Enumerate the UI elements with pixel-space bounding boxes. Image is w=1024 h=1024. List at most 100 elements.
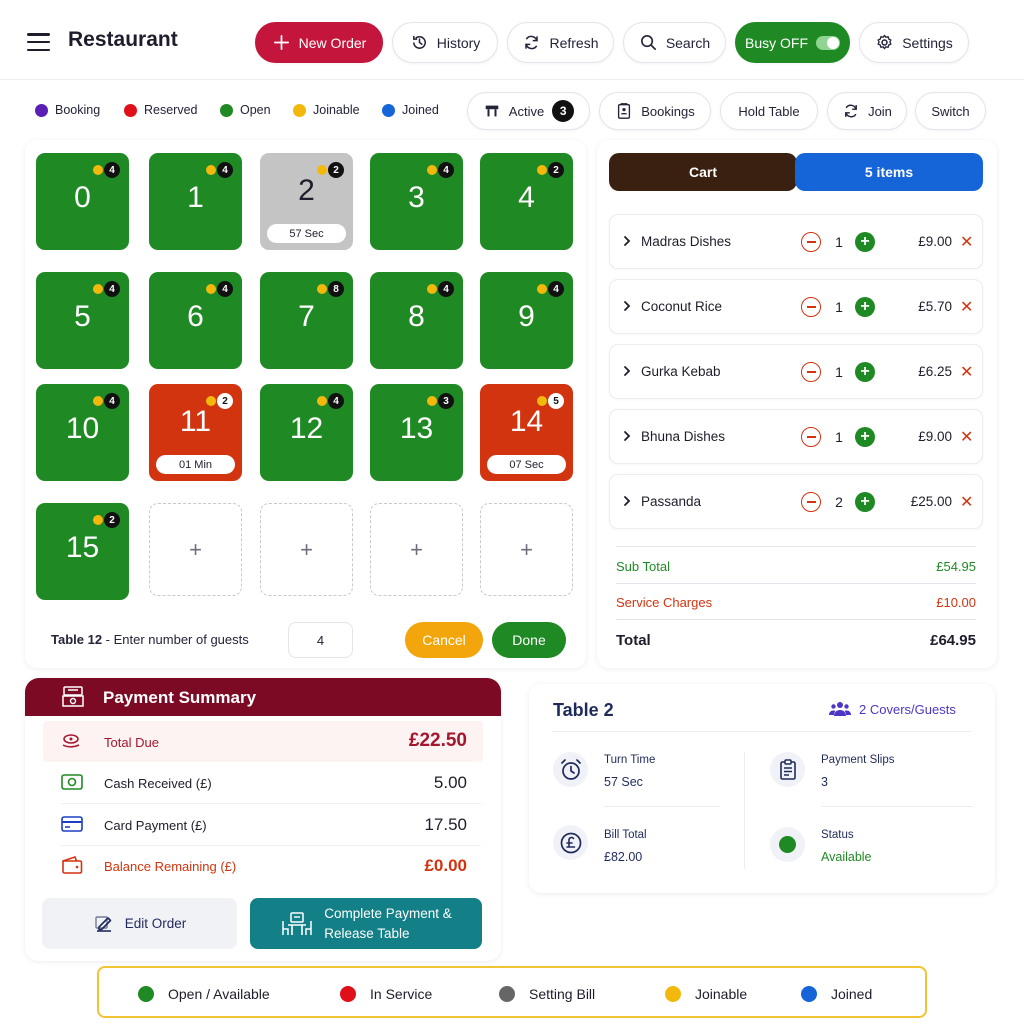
active-button[interactable]: Active 3 [467, 92, 590, 130]
bookings-button[interactable]: Bookings [599, 92, 711, 130]
guest-count-badge: 4 [104, 393, 120, 409]
done-button[interactable]: Done [492, 622, 566, 658]
increase-qty-button[interactable]: + [855, 427, 875, 447]
balance-remaining-label: Balance Remaining (£) [104, 859, 237, 874]
table-tile-5[interactable]: 45 [36, 272, 129, 369]
table-timer: 57 Sec [267, 224, 346, 243]
joinable-indicator [93, 284, 103, 294]
table-tile-1[interactable]: 41 [149, 153, 242, 250]
table-tile-9[interactable]: 49 [480, 272, 573, 369]
cancel-button[interactable]: Cancel [405, 622, 483, 658]
decrease-qty-button[interactable] [801, 427, 821, 447]
table-tile-7[interactable]: 87 [260, 272, 353, 369]
cart-item-qty: 1 [835, 364, 843, 380]
edit-order-button[interactable]: Edit Order [42, 898, 237, 949]
search-button[interactable]: Search [623, 22, 726, 63]
bill-total-value: £82.00 [604, 850, 643, 864]
tab-items[interactable]: 5 items [795, 153, 983, 191]
table-tile-2[interactable]: 2 2 57 Sec [260, 153, 353, 250]
new-order-button[interactable]: New Order [255, 22, 383, 63]
decrease-qty-button[interactable] [801, 297, 821, 317]
table-number: 5 [74, 300, 91, 333]
tab-cart[interactable]: Cart [609, 153, 797, 191]
table-tile-10[interactable]: 4 10 [36, 384, 129, 481]
switch-button[interactable]: Switch [915, 92, 986, 130]
joinable-indicator [206, 284, 216, 294]
legend-booking: Booking [35, 103, 100, 117]
refresh-button[interactable]: Refresh [507, 22, 614, 63]
increase-qty-button[interactable]: + [855, 297, 875, 317]
refresh-label: Refresh [549, 34, 599, 51]
history-button[interactable]: History [392, 22, 498, 63]
chevron-right-icon[interactable] [620, 234, 634, 248]
guest-count-badge: 4 [104, 162, 120, 178]
chevron-right-icon[interactable] [620, 364, 634, 378]
chevron-right-icon[interactable] [620, 299, 634, 313]
table-tile-14[interactable]: 5 14 07 Sec [480, 384, 573, 481]
complete-payment-button[interactable]: Complete Payment & Release Table [250, 898, 482, 949]
subtotal-label: Sub Total [616, 559, 670, 574]
table-tile-8[interactable]: 48 [370, 272, 463, 369]
table-number: 2 [298, 174, 315, 207]
status-label: Status [821, 829, 854, 841]
booking-dot [35, 103, 48, 117]
table-number: 14 [509, 405, 544, 438]
remove-item-icon[interactable]: ✕ [960, 362, 974, 382]
switch-label: Switch [931, 103, 970, 119]
cart-item-qty: 1 [835, 429, 843, 445]
add-table-button[interactable]: + [370, 503, 463, 596]
hold-table-label: Hold Table [738, 103, 800, 119]
clipboard-icon [779, 758, 796, 780]
hold-table-button[interactable]: Hold Table [720, 92, 818, 130]
increase-qty-button[interactable]: + [855, 362, 875, 382]
cart-item-price: £5.70 [918, 299, 952, 314]
legend-joinable: Joinable [293, 103, 360, 117]
decrease-qty-button[interactable] [801, 232, 821, 252]
remove-item-icon[interactable]: ✕ [960, 232, 974, 252]
guest-count-input[interactable] [288, 622, 353, 658]
settings-label: Settings [902, 34, 953, 51]
table-tile-13[interactable]: 3 13 [370, 384, 463, 481]
remove-item-icon[interactable]: ✕ [960, 492, 974, 512]
remove-item-icon[interactable]: ✕ [960, 427, 974, 447]
menu-icon[interactable] [27, 33, 50, 51]
table-number: 13 [399, 412, 434, 445]
chevron-right-icon[interactable] [620, 494, 634, 508]
add-table-button[interactable]: + [480, 503, 573, 596]
legend-joined: Joined [382, 103, 439, 117]
joinable-indicator [93, 515, 103, 525]
join-button[interactable]: Join [827, 92, 907, 130]
increase-qty-button[interactable]: + [855, 232, 875, 252]
in-service-dot [340, 986, 356, 1002]
table-number: 0 [74, 181, 91, 214]
add-table-button[interactable]: + [260, 503, 353, 596]
open-dot [138, 986, 154, 1002]
divider [61, 845, 481, 846]
table-number: 9 [518, 300, 535, 333]
guest-count-badge: 4 [328, 393, 344, 409]
table-tile-4[interactable]: 24 [480, 153, 573, 250]
cart-item: Coconut Rice 1 + £5.70 ✕ [609, 279, 983, 334]
busy-toggle-button[interactable]: Busy OFF [735, 22, 850, 63]
table-tile-6[interactable]: 46 [149, 272, 242, 369]
cart-item: Madras Dishes 1 + £9.00 ✕ [609, 214, 983, 269]
table-tile-11[interactable]: 2 11 01 Min [149, 384, 242, 481]
table-tile-15[interactable]: 2 15 [36, 503, 129, 600]
table-tile-3[interactable]: 43 [370, 153, 463, 250]
divider [616, 583, 976, 584]
table-number: 1 [187, 181, 204, 214]
remove-item-icon[interactable]: ✕ [960, 297, 974, 317]
open-dot [220, 103, 233, 117]
search-label: Search [665, 34, 711, 51]
table-tile-12[interactable]: 4 12 [260, 384, 353, 481]
decrease-qty-button[interactable] [801, 362, 821, 382]
guest-count-badge: 3 [438, 393, 454, 409]
toggle-switch[interactable] [816, 35, 840, 50]
settings-button[interactable]: Settings [859, 22, 969, 63]
increase-qty-button[interactable]: + [855, 492, 875, 512]
table-tile-0[interactable]: 40 [36, 153, 129, 250]
add-table-button[interactable]: + [149, 503, 242, 596]
payment-slips-value: 3 [821, 775, 828, 789]
decrease-qty-button[interactable] [801, 492, 821, 512]
chevron-right-icon[interactable] [620, 429, 634, 443]
